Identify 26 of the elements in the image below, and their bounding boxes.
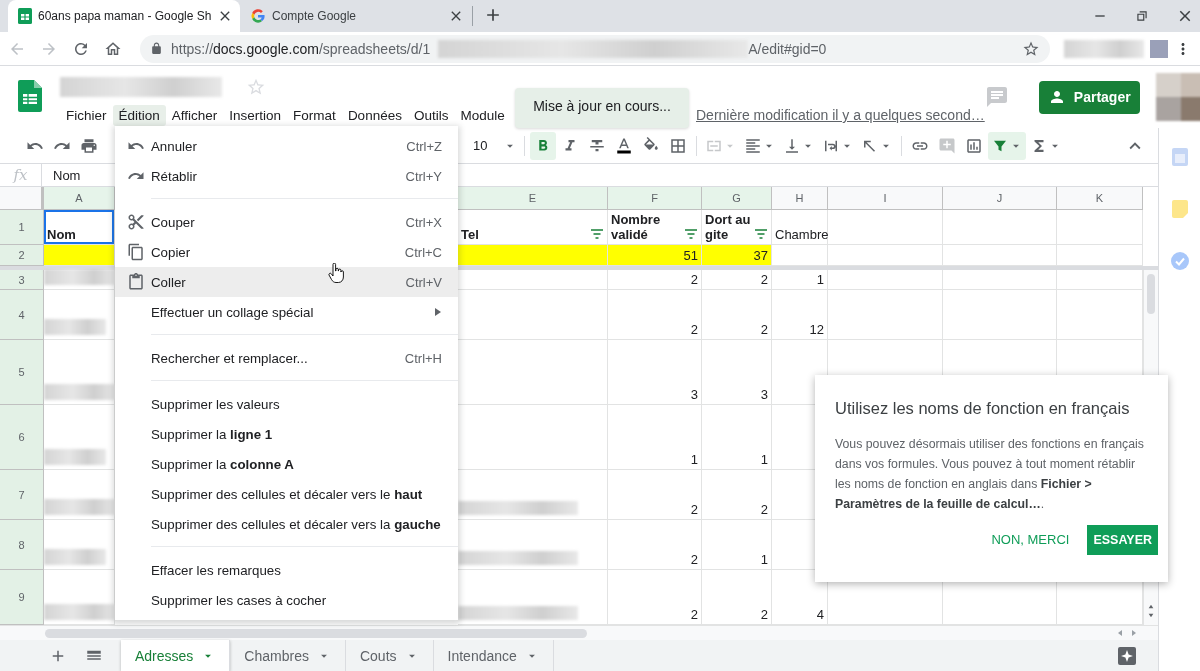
- menu-option-label: Supprimer des cellules et décaler vers le haut: [151, 486, 424, 502]
- menu-option-label: Annuler: [151, 138, 198, 154]
- menu-option-label: Effacer les remarques: [151, 562, 282, 578]
- url-text: https://docs.google.com/spreadsheets/d/1: [171, 40, 431, 57]
- shortcut-text: Ctrl+H: [404, 350, 442, 366]
- menu-option-label: Rechercher et remplacer...: [151, 350, 309, 366]
- shortcut-text: Ctrl+Z: [406, 138, 442, 154]
- menu-option-label: Coller: [151, 274, 187, 290]
- menu-option-label: Copier: [151, 244, 192, 260]
- shortcut-text: Ctrl+C: [404, 244, 442, 260]
- menu-option-label: Supprimer les cases à cocher: [151, 592, 328, 608]
- formula-label: fx: [0, 164, 42, 186]
- menu-option-label: Effectuer un collage spécial: [151, 304, 315, 320]
- menu-option-label: Supprimer les valeurs: [151, 396, 281, 412]
- url-text: A/edit#gid=0: [748, 40, 827, 57]
- popup-title: Utilisez les noms de fonction en français: [835, 399, 1131, 418]
- shortcut-text: Ctrl+V: [405, 274, 442, 290]
- shortcut-text: Ctrl+Y: [405, 168, 442, 184]
- menu-option-label: Supprimer des cellules et décaler vers la gauche: [151, 516, 442, 532]
- status-message: Mise à jour en cours...: [533, 98, 671, 114]
- shortcut-text: Ctrl+X: [405, 214, 442, 230]
- menu-option-label: Couper: [151, 214, 196, 230]
- popup-message: Vous pouvez désormais utiliser des fonctions en français dans vos formules. Vous pouvez à tout moment rétablir les noms de fonction en anglais dans Fichier > Paramètres de la feuille de calcul….: [835, 436, 1145, 513]
- menu-option-label: Rétablir: [151, 168, 198, 184]
- menu-option-label: Supprimer la colonne A: [151, 456, 295, 472]
- menu-option-label: Supprimer la ligne 1: [151, 426, 274, 442]
